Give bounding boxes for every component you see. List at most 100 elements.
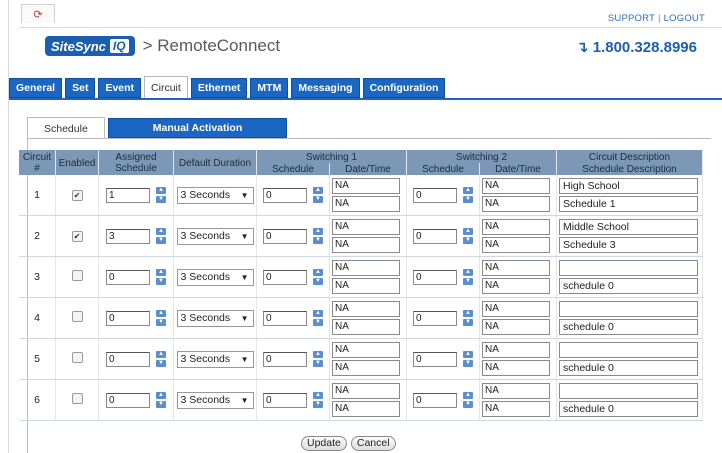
cancel-button[interactable]: Cancel xyxy=(350,436,396,451)
assigned-schedule-input[interactable]: 0 xyxy=(106,351,150,367)
assigned-schedule-input[interactable]: 0 xyxy=(106,392,150,408)
circuit-description-input[interactable] xyxy=(559,260,698,276)
spin-down-icon[interactable]: ▼ xyxy=(156,319,166,326)
home-icon[interactable]: ⟳ xyxy=(21,4,55,23)
spinner[interactable]: ▲ ▼ xyxy=(313,187,323,203)
sw2-schedule-input[interactable]: 0 xyxy=(413,392,457,408)
sw1-time-input[interactable]: NA xyxy=(332,196,400,212)
enabled-checkbox[interactable]: ✔ xyxy=(71,190,83,201)
tab-manual-activation[interactable]: Manual Activation xyxy=(107,118,288,138)
spinner[interactable]: ▲ ▼ xyxy=(156,269,166,285)
sw1-time-input[interactable]: NA xyxy=(332,278,400,294)
spinner[interactable]: ▲ ▼ xyxy=(313,228,323,244)
spin-down-icon[interactable]: ▼ xyxy=(313,278,323,285)
tab-general[interactable]: General xyxy=(9,78,63,98)
spinner[interactable]: ▲ ▼ xyxy=(156,228,166,244)
sw2-date-input[interactable]: NA xyxy=(482,342,550,358)
tab-messaging[interactable]: Messaging xyxy=(291,78,360,98)
spin-up-icon[interactable]: ▲ xyxy=(313,228,323,235)
spinner[interactable]: ▲ ▼ xyxy=(463,310,473,326)
sw1-time-input[interactable]: NA xyxy=(332,401,400,417)
spin-up-icon[interactable]: ▲ xyxy=(463,269,473,276)
duration-select[interactable]: 3 Seconds ▼ xyxy=(176,350,254,368)
schedule-description-input[interactable]: schedule 0 xyxy=(559,401,698,417)
spin-up-icon[interactable]: ▲ xyxy=(313,310,323,317)
sw1-date-input[interactable]: NA xyxy=(332,178,400,194)
sw1-schedule-input[interactable]: 0 xyxy=(263,228,307,244)
assigned-schedule-input[interactable]: 3 xyxy=(106,228,150,244)
spinner[interactable]: ▲ ▼ xyxy=(463,392,473,408)
spin-down-icon[interactable]: ▼ xyxy=(156,237,166,244)
duration-select[interactable]: 3 Seconds ▼ xyxy=(176,309,254,327)
spin-up-icon[interactable]: ▲ xyxy=(463,392,473,399)
schedule-description-input[interactable]: Schedule 3 xyxy=(559,237,698,253)
spinner[interactable]: ▲ ▼ xyxy=(463,187,473,203)
spin-down-icon[interactable]: ▼ xyxy=(313,319,323,326)
sw1-time-input[interactable]: NA xyxy=(332,237,400,253)
sw1-date-input[interactable]: NA xyxy=(332,383,400,399)
assigned-schedule-input[interactable]: 1 xyxy=(106,187,150,203)
schedule-description-input[interactable]: Schedule 1 xyxy=(559,196,698,212)
spin-up-icon[interactable]: ▲ xyxy=(463,310,473,317)
sw1-date-input[interactable]: NA xyxy=(332,342,400,358)
sw1-date-input[interactable]: NA xyxy=(332,260,400,276)
sw2-date-input[interactable]: NA xyxy=(482,260,550,276)
enabled-checkbox[interactable]: ✔ xyxy=(71,231,83,242)
sw2-schedule-input[interactable]: 0 xyxy=(413,310,457,326)
spinner[interactable]: ▲ ▼ xyxy=(313,392,323,408)
spinner[interactable]: ▲ ▼ xyxy=(313,351,323,367)
sw2-schedule-input[interactable]: 0 xyxy=(413,187,457,203)
duration-select[interactable]: 3 Seconds ▼ xyxy=(176,268,254,286)
schedule-description-input[interactable]: schedule 0 xyxy=(559,278,698,294)
spin-up-icon[interactable]: ▲ xyxy=(156,228,166,235)
spin-down-icon[interactable]: ▼ xyxy=(156,401,166,408)
spinner[interactable]: ▲ ▼ xyxy=(156,351,166,367)
circuit-description-input[interactable] xyxy=(559,383,698,399)
duration-select[interactable]: 3 Seconds ▼ xyxy=(176,391,254,409)
spinner[interactable]: ▲ ▼ xyxy=(463,351,473,367)
circuit-description-input[interactable]: High School xyxy=(559,178,698,194)
spinner[interactable]: ▲ ▼ xyxy=(156,310,166,326)
spin-down-icon[interactable]: ▼ xyxy=(313,401,323,408)
tab-event[interactable]: Event xyxy=(98,78,142,98)
spin-up-icon[interactable]: ▲ xyxy=(156,392,166,399)
assigned-schedule-input[interactable]: 0 xyxy=(106,269,150,285)
spin-down-icon[interactable]: ▼ xyxy=(156,360,166,367)
spinner[interactable]: ▲ ▼ xyxy=(156,187,166,203)
spin-down-icon[interactable]: ▼ xyxy=(313,196,323,203)
spin-down-icon[interactable]: ▼ xyxy=(463,360,473,367)
spin-down-icon[interactable]: ▼ xyxy=(463,278,473,285)
duration-select[interactable]: 3 Seconds ▼ xyxy=(176,227,254,245)
tab-schedule[interactable]: Schedule xyxy=(27,117,105,138)
spin-down-icon[interactable]: ▼ xyxy=(463,237,473,244)
enabled-checkbox[interactable] xyxy=(71,352,83,363)
spin-up-icon[interactable]: ▲ xyxy=(313,187,323,194)
spin-up-icon[interactable]: ▲ xyxy=(313,392,323,399)
spin-down-icon[interactable]: ▼ xyxy=(463,196,473,203)
spin-down-icon[interactable]: ▼ xyxy=(313,360,323,367)
sw2-date-input[interactable]: NA xyxy=(482,219,550,235)
spinner[interactable]: ▲ ▼ xyxy=(463,228,473,244)
duration-select[interactable]: 3 Seconds ▼ xyxy=(176,186,254,204)
spinner[interactable]: ▲ ▼ xyxy=(313,310,323,326)
sw2-schedule-input[interactable]: 0 xyxy=(413,228,457,244)
spin-up-icon[interactable]: ▲ xyxy=(463,228,473,235)
update-button[interactable]: Update xyxy=(301,436,347,451)
spin-up-icon[interactable]: ▲ xyxy=(313,351,323,358)
tab-set[interactable]: Set xyxy=(65,78,96,98)
spin-up-icon[interactable]: ▲ xyxy=(313,269,323,276)
sw2-time-input[interactable]: NA xyxy=(482,319,550,335)
spin-down-icon[interactable]: ▼ xyxy=(156,278,166,285)
spin-up-icon[interactable]: ▲ xyxy=(463,351,473,358)
sw1-schedule-input[interactable]: 0 xyxy=(263,392,307,408)
sw2-date-input[interactable]: NA xyxy=(482,383,550,399)
sw1-date-input[interactable]: NA xyxy=(332,301,400,317)
tab-configuration[interactable]: Configuration xyxy=(362,78,446,98)
sw2-time-input[interactable]: NA xyxy=(482,360,550,376)
tab-mtm[interactable]: MTM xyxy=(250,78,289,98)
sw1-schedule-input[interactable]: 0 xyxy=(263,351,307,367)
spin-up-icon[interactable]: ▲ xyxy=(156,351,166,358)
spin-up-icon[interactable]: ▲ xyxy=(156,269,166,276)
sw2-time-input[interactable]: NA xyxy=(482,196,550,212)
spin-up-icon[interactable]: ▲ xyxy=(156,187,166,194)
